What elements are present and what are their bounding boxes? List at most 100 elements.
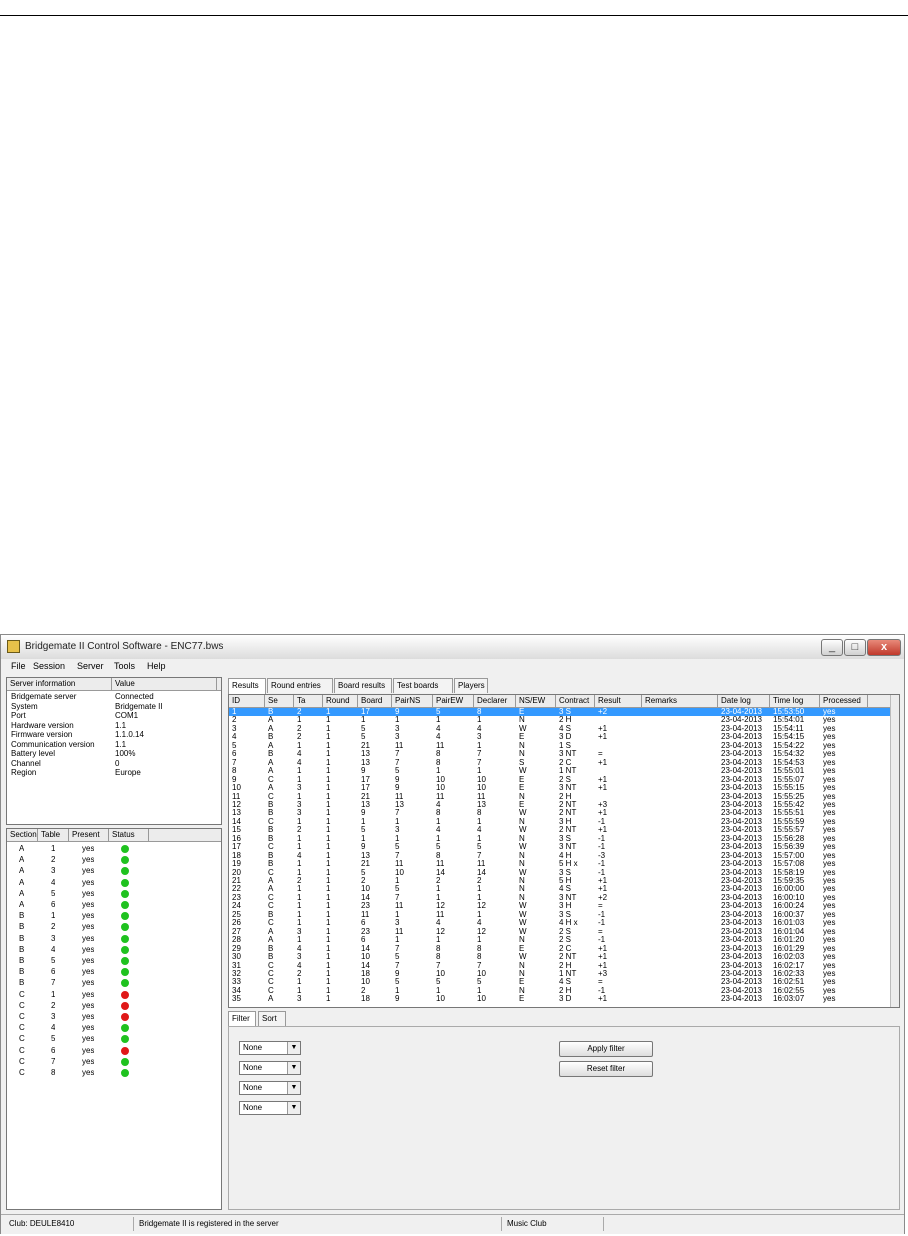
table-row[interactable]: B 6 yes [7,967,221,978]
results-column-result[interactable]: Result [595,695,642,707]
table-row[interactable]: A 3 yes [7,866,221,877]
results-cell: 18 [361,994,370,1004]
results-column-remarks[interactable]: Remarks [642,695,718,707]
table-row[interactable]: C 2 yes [7,1001,221,1012]
results-column-date-log[interactable]: Date log [718,695,770,707]
table-row[interactable]: B 3 yes [7,934,221,945]
tab-round-entries[interactable]: Round entries [267,678,333,693]
tab-filter[interactable]: Filter [228,1011,256,1027]
table-row[interactable]: A 4 yes [7,878,221,889]
menu-tools[interactable]: Tools [114,661,135,671]
table-present: yes [82,911,95,921]
table-number: 4 [51,877,56,887]
table-number: 3 [51,866,56,876]
close-button[interactable]: x [867,639,901,656]
table-row[interactable]: B 7 yes [7,978,221,989]
table-number: 7 [51,978,56,988]
server-info-label: Region [11,768,37,777]
filter-select-3[interactable]: None ▼ [239,1081,301,1095]
table-section: B [19,956,25,965]
server-info-column-value[interactable]: Value [112,678,217,690]
table-row[interactable]: A 6 yes [7,900,221,911]
table-row[interactable]: A 1 yes [7,844,221,855]
table-row[interactable]: C 4 yes [7,1023,221,1034]
table-section: A [19,855,25,865]
results-column-pairew[interactable]: PairEW [433,695,474,707]
table-section: A [19,844,25,853]
tab-results[interactable]: Results [228,678,266,694]
results-column-id[interactable]: ID [229,695,265,707]
filter-select-4[interactable]: None ▼ [239,1101,301,1115]
table-row[interactable]: A 5 yes [7,889,221,900]
server-info-column-name[interactable]: Server information [7,678,112,690]
table-present: yes [82,1012,95,1021]
results-column-processed[interactable]: Processed [820,695,868,707]
results-scrollbar[interactable] [890,695,899,1007]
table-present: yes [82,844,95,853]
results-column-declarer[interactable]: Declarer [474,695,516,707]
table-section: B [19,944,25,954]
tables-column-section[interactable]: Section [7,829,38,841]
table-present: yes [82,877,95,887]
results-column-time-log[interactable]: Time log [770,695,820,707]
server-info-value: 1.1 [115,739,127,749]
tab-players[interactable]: Players [454,678,488,693]
filter-select-2-value: None [243,1063,263,1072]
results-column-pairns[interactable]: PairNS [392,695,433,707]
table-section: B [19,922,25,932]
window-title: Bridgemate II Control Software - ENC77.b… [25,641,224,652]
table-present: yes [82,967,95,977]
results-grid: ID Se Ta Round Board PairNS PairEW Declarer NS/E… [228,694,900,1008]
menu-help[interactable]: Help [147,661,166,671]
table-number: 2 [51,922,56,932]
minimize-button[interactable]: _ [821,639,843,656]
table-section: C [19,1000,25,1010]
table-number: 4 [51,1023,56,1033]
menu-session[interactable]: Session [33,661,65,671]
results-column-ns-ew[interactable]: NS/EW [516,695,556,707]
results-column-contract[interactable]: Contract [556,695,595,707]
table-row[interactable]: A 2 yes [7,855,221,866]
filter-select-2[interactable]: None ▼ [239,1061,301,1075]
chevron-down-icon: ▼ [287,1062,300,1074]
tables-column-status[interactable]: Status [109,829,149,841]
tables-column-present[interactable]: Present [69,829,109,841]
table-row[interactable]: C 8 yes [7,1068,221,1079]
table-number: 1 [51,844,56,853]
table-row[interactable]: B 5 yes [7,956,221,967]
table-row[interactable]: B 4 yes [7,945,221,956]
server-info-value: 0 [115,758,120,768]
table-number: 4 [51,944,56,954]
filter-select-1[interactable]: None ▼ [239,1041,301,1055]
status-bar: Club: DEULE8410 Bridgemate II is registe… [1,1214,904,1234]
table-row[interactable]: C 6 yes [7,1046,221,1057]
tab-sort[interactable]: Sort [258,1011,286,1026]
apply-filter-button[interactable]: Apply filter [559,1041,653,1057]
table-row[interactable]: C 3 yes [7,1012,221,1023]
results-column-ta[interactable]: Ta [294,695,323,707]
main-tab-strip: Results Round entries Board results Test bo… [228,678,898,694]
maximize-button[interactable]: □ [844,639,866,656]
tables-column-table[interactable]: Table [38,829,69,841]
status-dot-icon [121,878,129,887]
table-row[interactable]: B 1 yes [7,911,221,922]
menu-server[interactable]: Server [77,661,104,671]
server-info-label: Port [11,711,26,720]
table-row[interactable]: C 1 yes [7,990,221,1001]
table-row[interactable]: C 5 yes [7,1034,221,1045]
tab-board-results[interactable]: Board results [334,678,392,693]
results-column-se[interactable]: Se [265,695,294,707]
menu-file[interactable]: File [11,661,26,671]
table-section: C [19,1012,25,1021]
results-column-board[interactable]: Board [358,695,392,707]
table-number: 6 [51,967,56,977]
results-row[interactable]: 35 A 3 1 18 9 10 10 E 3 D +1 23-04-2013 16:03:07 yes [229,994,890,1004]
table-row[interactable]: C 7 yes [7,1057,221,1068]
table-row[interactable]: B 2 yes [7,922,221,933]
reset-filter-button[interactable]: Reset filter [559,1061,653,1077]
server-info-value: Europe [115,768,141,777]
status-club: Club: DEULE8410 [5,1217,134,1231]
results-column-round[interactable]: Round [323,695,358,707]
results-cell: 3 D [559,994,572,1004]
tab-test-boards[interactable]: Test boards [393,678,453,693]
